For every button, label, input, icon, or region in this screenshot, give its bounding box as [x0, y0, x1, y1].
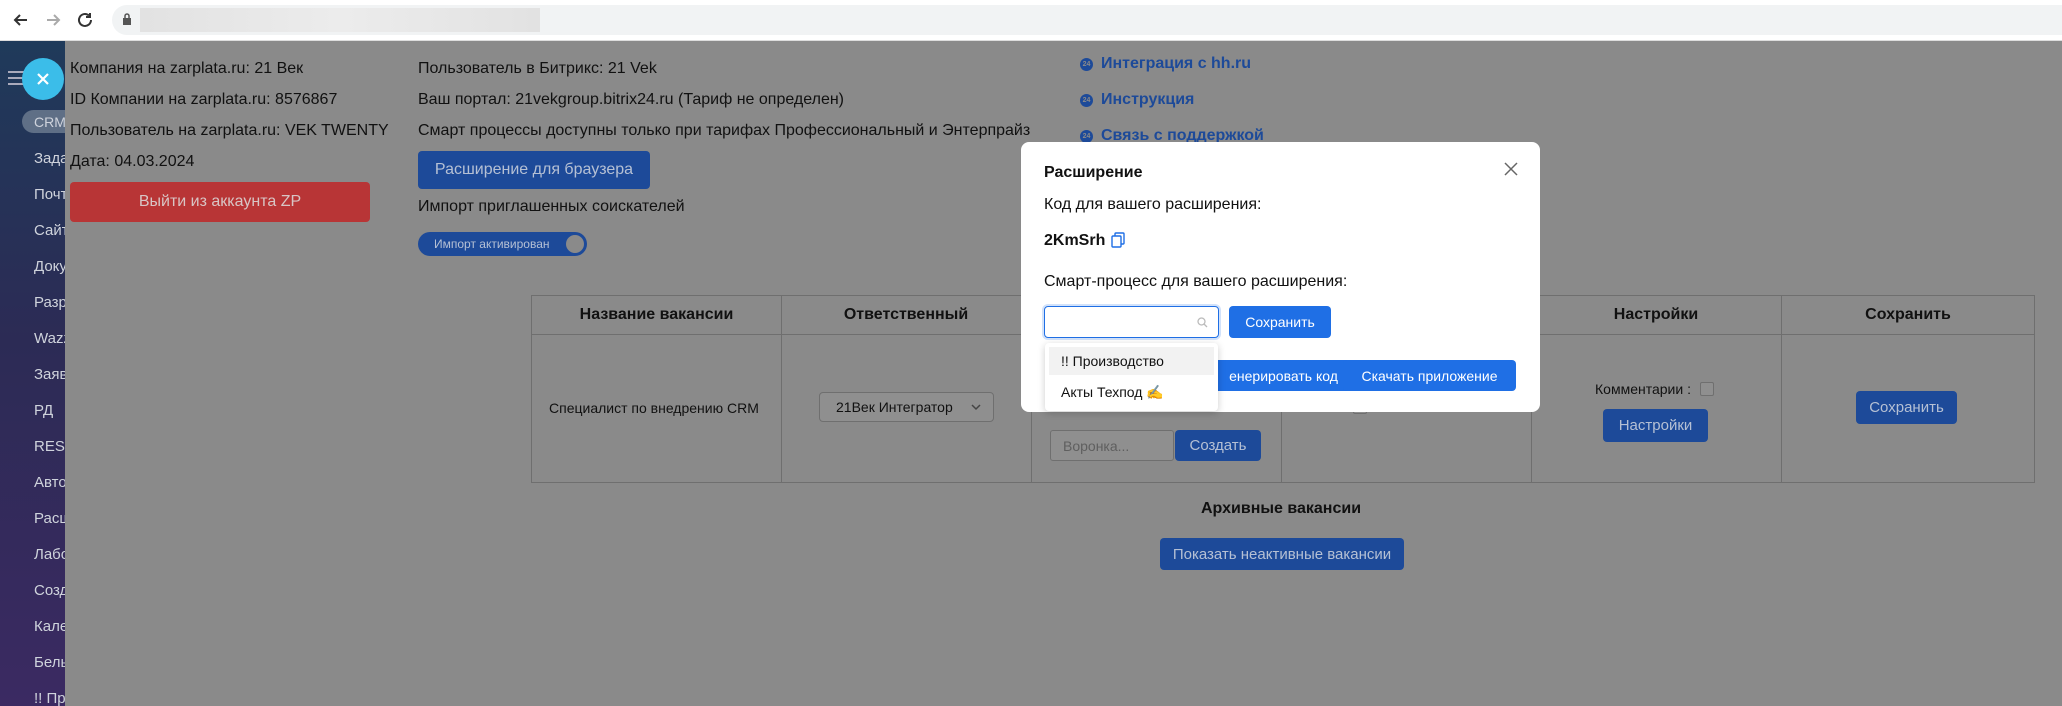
bitrix-user: Пользователь в Битрикс: 21 Vek	[418, 60, 657, 77]
company-id: ID Компании на zarplata.ru: 8576867	[70, 91, 338, 108]
link-instruction[interactable]: 24 Инструкция	[1080, 91, 1194, 109]
link-instruction-label: Инструкция	[1101, 91, 1195, 108]
copy-icon[interactable]	[1111, 232, 1125, 249]
forward-arrow-icon[interactable]	[41, 8, 65, 32]
create-funnel-button[interactable]: Создать	[1175, 430, 1261, 461]
sidebar-item-create[interactable]: Создать	[34, 582, 65, 599]
dropdown-option-production[interactable]: !! Производство	[1049, 347, 1214, 375]
lock-icon	[123, 13, 131, 25]
sidebar-item-docs[interactable]: Документы	[34, 258, 65, 275]
search-icon	[1197, 317, 1208, 328]
sidebar-item-production[interactable]: !! Производство	[34, 690, 65, 706]
import-label: Импорт приглашенных соискателей	[418, 198, 685, 215]
header-settings: Настройки	[1613, 306, 1699, 323]
sidebar-item-extensions[interactable]: Расширения	[34, 510, 65, 527]
sidebar-item-rd[interactable]: РД	[34, 402, 65, 419]
modal-save-button[interactable]: Сохранить	[1229, 306, 1331, 338]
company-name: Компания на zarplata.ru: 21 Век	[70, 60, 304, 77]
slider-close-button[interactable]	[22, 58, 64, 100]
sidebar-item-mail[interactable]: Почта	[34, 186, 65, 203]
logout-button[interactable]: Выйти из аккаунта ZP	[70, 182, 370, 222]
smart-process-search-input[interactable]	[1044, 306, 1219, 338]
header-responsible: Ответственный	[843, 306, 969, 323]
extension-code: 2KmSrh	[1044, 232, 1106, 249]
link-hh-integration[interactable]: 24 Интеграция с hh.ru	[1080, 55, 1251, 73]
reload-icon[interactable]	[73, 8, 97, 32]
sidebar-item-tasks[interactable]: Задачи	[34, 150, 65, 167]
sidebar-item-dev[interactable]: Разработчикам	[34, 294, 65, 311]
download-app-button[interactable]: Скачать приложение	[1343, 360, 1516, 391]
sidebar-item-requests[interactable]: Заявки	[34, 366, 65, 383]
generate-code-label: енерировать код	[1229, 367, 1338, 384]
chevron-down-icon	[971, 404, 981, 411]
smart-process-label: Смарт-процесс для вашего расширения:	[1044, 273, 1348, 290]
sidebar-item-rest[interactable]: REST	[34, 438, 65, 455]
header-vacancy: Название вакансии	[579, 306, 734, 323]
url-text-blurred	[140, 8, 540, 32]
support-24-icon: 24	[1080, 129, 1093, 143]
responsible-select[interactable]: 21Век Интегратор	[819, 392, 994, 422]
sidebar-item-calendar[interactable]: Календарь	[34, 618, 65, 635]
support-24-icon: 24	[1080, 93, 1093, 107]
archive-title: Архивные вакансии	[1201, 500, 1362, 517]
smart-process-dropdown: !! Производство Акты Техпод ✍️	[1045, 343, 1218, 411]
sidebar-item-wazzup[interactable]: Wazzup	[34, 330, 65, 347]
show-inactive-button[interactable]: Показать неактивные вакансии	[1160, 538, 1404, 570]
browser-extension-button[interactable]: Расширение для браузера	[418, 151, 650, 189]
responsible-value: 21Век Интегратор	[836, 399, 953, 415]
sidebar-item-crm[interactable]: CRM	[34, 114, 65, 130]
sidebar-item-automation[interactable]: Автоматизация	[34, 474, 65, 491]
save-row-button[interactable]: Сохранить	[1856, 391, 1957, 424]
header-save: Сохранить	[1865, 306, 1951, 323]
code-label: Код для вашего расширения:	[1044, 196, 1262, 213]
zp-user: Пользователь на zarplata.ru: VEK TWENTY	[70, 122, 389, 139]
portal-info: Ваш портал: 21vekgroup.bitrix24.ru (Тари…	[418, 91, 845, 108]
close-icon	[37, 73, 49, 85]
funnel-input[interactable]: Воронка...	[1050, 430, 1174, 461]
toggle-knob	[564, 233, 586, 255]
toggle-label: Импорт активирован	[434, 237, 550, 251]
dropdown-option-acts[interactable]: Акты Техпод ✍️	[1049, 378, 1214, 406]
modal-close-icon[interactable]	[1504, 162, 1518, 176]
modal-title: Расширение	[1044, 164, 1143, 181]
import-toggle[interactable]: Импорт активирован	[418, 232, 587, 256]
back-arrow-icon[interactable]	[9, 8, 33, 32]
address-bar[interactable]	[112, 5, 2062, 35]
date-text: Дата: 04.03.2024	[70, 153, 195, 170]
browser-toolbar	[0, 0, 2062, 41]
sidebar-item-white[interactable]: Белый	[34, 654, 65, 671]
sidebar-item-lab[interactable]: Лаборатория	[34, 546, 65, 563]
comments-label: Комментарии :	[1595, 381, 1691, 397]
comments-checkbox[interactable]	[1700, 382, 1714, 396]
settings-button[interactable]: Настройки	[1603, 409, 1708, 442]
sidebar-item-sites[interactable]: Сайты	[34, 222, 65, 239]
smart-process-notice: Смарт процессы доступны только при тариф…	[418, 122, 1031, 139]
link-hh-label: Интеграция с hh.ru	[1101, 55, 1252, 72]
support-24-icon: 24	[1080, 57, 1093, 71]
vacancy-name: Специалист по внедрению CRM	[549, 400, 759, 416]
